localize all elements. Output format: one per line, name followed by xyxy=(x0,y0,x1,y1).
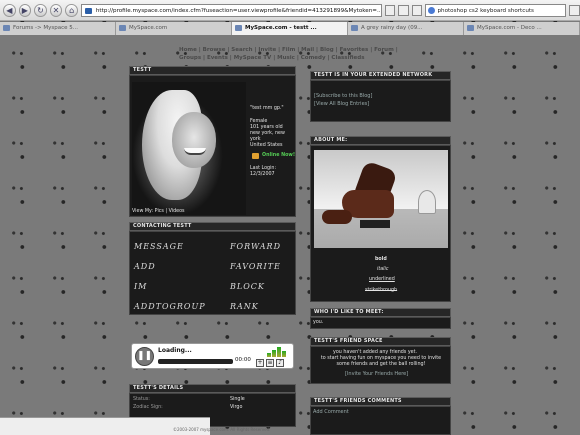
about-italic: italic xyxy=(377,267,389,272)
contact-im[interactable]: Im xyxy=(134,278,147,292)
contacting-box: Message Forward Add Favorite Im Block Ad… xyxy=(129,231,296,315)
online-now: Online Now! xyxy=(262,153,296,158)
profile-photo[interactable] xyxy=(132,82,246,215)
back-icon[interactable]: ◀ xyxy=(3,3,16,17)
comments-header: TESTT'S FRIENDS COMMENTS xyxy=(310,397,451,406)
details-status-value: Single xyxy=(230,397,245,402)
profile-age: 101 years old xyxy=(250,125,283,130)
contact-rank[interactable]: Rank xyxy=(230,298,259,312)
meet-header: WHO I'D LIKE TO MEET: xyxy=(310,308,451,317)
extended-network-header: TESTT IS IN YOUR EXTENDED NETWORK xyxy=(310,71,451,80)
tab-forums[interactable]: Forums -> Myspace 5... xyxy=(0,22,116,35)
profile-box: "test mm gp." Female 101 years old new y… xyxy=(129,75,296,217)
go-icon[interactable] xyxy=(384,4,396,16)
friend-space-box: you haven't added any friends yet. to st… xyxy=(310,346,451,384)
profile-quote: "test mm gp." xyxy=(250,106,284,111)
equalizer-icon xyxy=(267,347,289,357)
comments-box: Add Comment xyxy=(310,406,451,435)
tab-myspace[interactable]: MySpace.com xyxy=(116,22,232,35)
add-icon[interactable]: + xyxy=(256,359,264,367)
friend-space-line2: to start having fun on myspace you need … xyxy=(320,356,442,367)
home-icon[interactable]: ⌂ xyxy=(65,3,78,17)
last-login-date: 12/3/2007 xyxy=(250,172,275,177)
pause-icon[interactable]: ❚❚ xyxy=(135,347,154,366)
url-bar[interactable]: http://profile.myspace.com/index.cfm?fus… xyxy=(80,3,382,17)
friend-space-header: TESTT'S FRIEND SPACE xyxy=(310,337,451,346)
status-bar xyxy=(0,417,210,435)
contact-add[interactable]: Add xyxy=(134,258,156,272)
about-me-box: bold italic underlined strikethrough xyxy=(310,145,451,302)
reload-icon[interactable]: ↻ xyxy=(34,3,47,17)
details-status-label: Status: xyxy=(133,397,150,402)
about-me-header: ABOUT ME: xyxy=(310,136,451,145)
tab-myspace-testt[interactable]: MySpace.com - testt ... xyxy=(232,22,348,35)
profile-state: york xyxy=(250,137,261,142)
chair-photo xyxy=(314,150,448,248)
sound-icon[interactable]: ♪ xyxy=(276,359,284,367)
extended-network-box: [Subscribe to this Blog] [View All Blog … xyxy=(310,80,451,122)
meet-text: you. xyxy=(313,320,324,325)
site-nav[interactable]: Home | Browse | Search | Invite | Film |… xyxy=(179,46,409,62)
player-time: 00:00 xyxy=(235,357,251,363)
search-input[interactable]: photoshop cs2 keyboard shortcuts xyxy=(425,3,567,17)
subscribe-blog-link[interactable]: [Subscribe to this Blog] xyxy=(314,93,372,99)
player-seekbar[interactable] xyxy=(158,359,233,364)
details-zodiac-value: Virgo xyxy=(230,405,243,410)
details-zodiac-label: Zodiac Sign: xyxy=(133,405,163,410)
profile-city: new york, new xyxy=(250,131,285,136)
profile-name-header: TESTT xyxy=(129,66,296,75)
contact-forward[interactable]: Forward xyxy=(230,238,281,252)
about-strikethrough: strikethrough xyxy=(365,288,398,293)
playlist-icon[interactable]: ≡ xyxy=(266,359,274,367)
friend-space-line1: you haven't added any friends yet. xyxy=(333,350,418,355)
details-header: TESTT'S DETAILS xyxy=(129,384,296,393)
stop-icon[interactable]: ✕ xyxy=(49,3,63,17)
forward-icon[interactable]: ▶ xyxy=(18,3,32,17)
last-login-label: Last Login: xyxy=(250,166,277,171)
profile-country: United States xyxy=(250,143,283,148)
tab-grey-rainy-day[interactable]: A grey rainy day (09... xyxy=(348,22,464,35)
contact-favorite[interactable]: Favorite xyxy=(230,258,281,272)
profile-gender: Female xyxy=(250,119,268,124)
search-go-icon[interactable] xyxy=(569,4,580,16)
contacting-header: CONTACTING TESTT xyxy=(129,222,296,231)
tool-icon[interactable] xyxy=(411,4,423,16)
browser-toolbar: ◀ ▶ ↻ ✕ ⌂ http://profile.myspace.com/ind… xyxy=(0,0,580,21)
bookmark-icon[interactable] xyxy=(398,4,409,16)
online-icon xyxy=(252,153,259,159)
tab-bar: Forums -> Myspace 5... MySpace.com MySpa… xyxy=(0,22,580,35)
contact-addtogroup[interactable]: AddToGroup xyxy=(134,298,206,312)
meet-box: you. xyxy=(310,317,451,329)
contact-block[interactable]: Block xyxy=(230,278,265,292)
invite-friends-link[interactable]: [Invite Your Friends Here] xyxy=(345,371,408,377)
music-player: ❚❚ Loading... 00:00 + ≡ ♪ xyxy=(131,343,294,369)
tab-myspace-deco[interactable]: MySpace.com - Deco ... xyxy=(464,22,580,35)
player-status: Loading... xyxy=(158,347,192,354)
about-underlined: underlined xyxy=(369,277,395,282)
footer-copyright: ©2003-2007 myspace.com. All Rights Reser… xyxy=(173,427,271,432)
add-comment-link[interactable]: Add Comment xyxy=(313,409,349,415)
contact-message[interactable]: Message xyxy=(134,238,184,252)
about-bold: bold xyxy=(375,257,387,262)
view-blog-entries-link[interactable]: [View All Blog Entries] xyxy=(314,101,369,107)
view-my-links[interactable]: View My: Pics | Videos xyxy=(132,209,185,215)
